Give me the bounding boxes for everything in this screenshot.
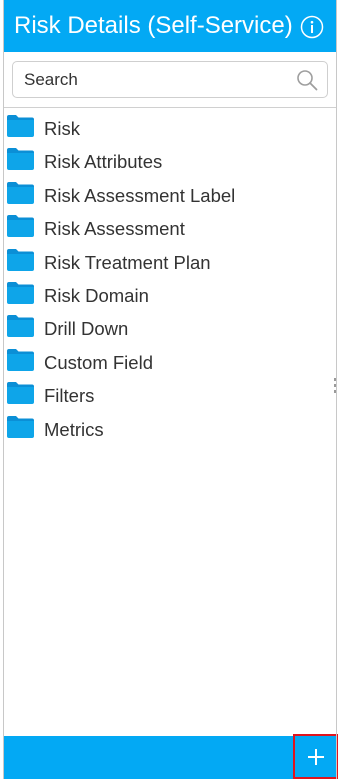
folder-icon	[6, 248, 36, 272]
search-icon[interactable]	[296, 69, 318, 91]
folder-icon	[6, 214, 36, 238]
search-input[interactable]	[13, 62, 293, 97]
tree-item[interactable]: Risk Assessment Label	[6, 181, 326, 211]
tree-item-label: Drill Down	[44, 318, 129, 340]
search-box	[12, 61, 328, 98]
info-icon[interactable]	[300, 15, 324, 39]
tree-item-label: Risk Treatment Plan	[44, 251, 211, 273]
tree-item[interactable]: Risk Treatment Plan	[6, 248, 326, 278]
folder-icon	[6, 415, 36, 439]
folder-icon	[6, 314, 36, 338]
folder-icon	[6, 348, 36, 372]
tree-item-label: Risk Assessment	[44, 218, 185, 240]
tree-item[interactable]: Filters	[6, 381, 326, 411]
tree-item-label: Risk Attributes	[44, 151, 163, 173]
add-button[interactable]	[293, 734, 338, 779]
tree-item[interactable]: Risk Attributes	[6, 147, 326, 177]
folder-icon	[6, 114, 36, 138]
panel-header: Risk Details (Self-Service)	[3, 0, 337, 52]
folder-icon	[6, 381, 36, 405]
tree-item-label: Risk	[44, 118, 80, 139]
panel-title: Risk Details (Self-Service)	[14, 12, 293, 39]
panel-footer	[3, 736, 337, 779]
plus-icon	[308, 749, 324, 765]
tree-item[interactable]: Risk Domain	[6, 281, 326, 311]
folder-icon	[6, 181, 36, 205]
tree-item[interactable]: Custom Field	[6, 348, 326, 378]
tree-item[interactable]: Metrics	[6, 415, 326, 445]
tree-item-label: Risk Assessment Label	[44, 184, 236, 206]
search-area	[3, 52, 337, 108]
folder-icon	[6, 281, 36, 305]
tree-item-label: Custom Field	[44, 351, 153, 373]
tree-item-label: Risk Domain	[44, 285, 149, 306]
tree-item[interactable]: Risk	[6, 114, 326, 144]
folder-icon	[6, 147, 36, 171]
tree-item-label: Metrics	[44, 418, 104, 440]
tree-item-label: Filters	[44, 385, 95, 407]
risk-details-panel: Risk Details (Self-Service) Risk Risk Att…	[0, 0, 339, 779]
resize-handle[interactable]	[334, 378, 338, 400]
tree-item[interactable]: Drill Down	[6, 314, 326, 344]
tree-item[interactable]: Risk Assessment	[6, 214, 326, 244]
